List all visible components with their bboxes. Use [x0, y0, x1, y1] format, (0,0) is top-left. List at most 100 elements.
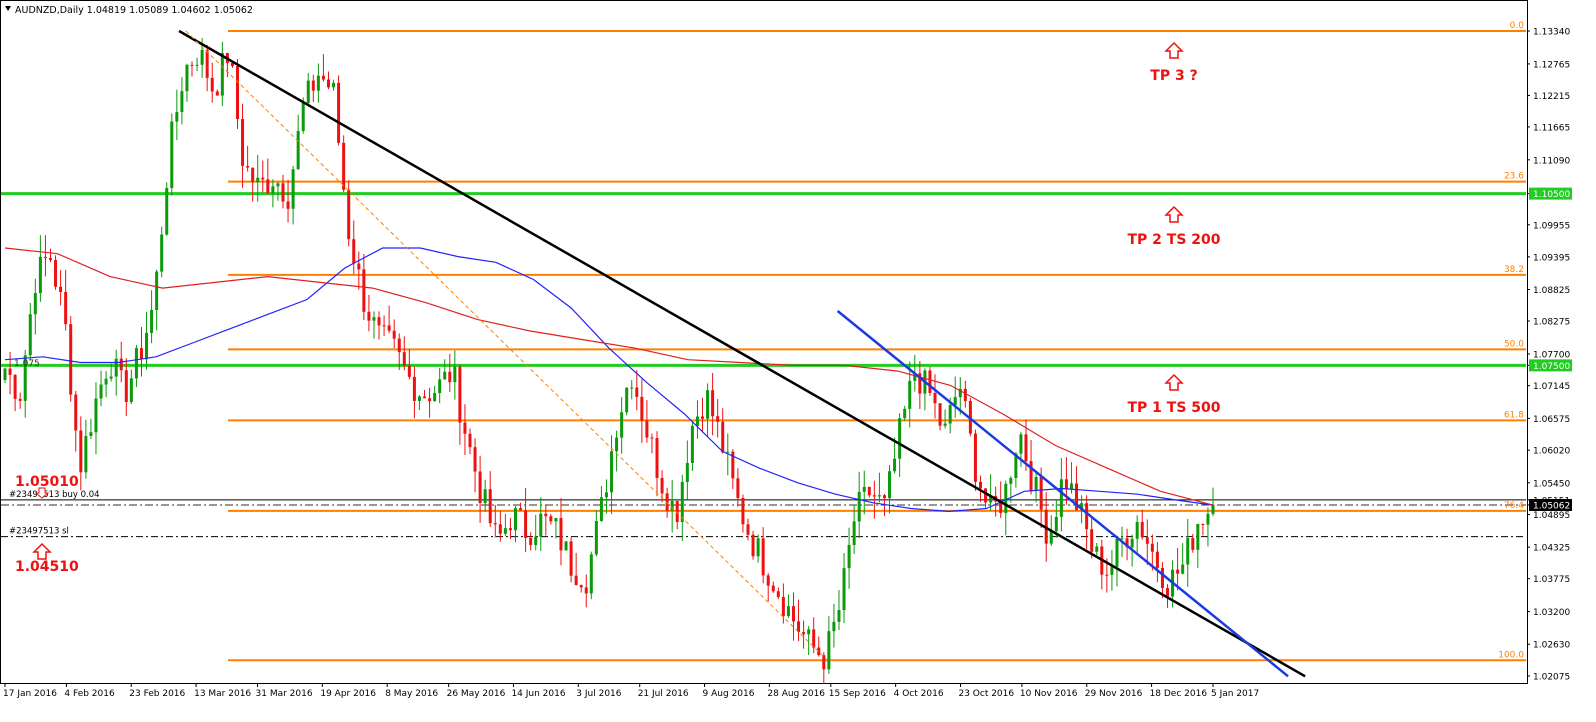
candle-body	[1140, 521, 1144, 538]
price-axis-label: 1.08825	[1533, 286, 1570, 296]
price-axis-label: 1.04325	[1533, 544, 1570, 554]
candle-body	[503, 528, 507, 534]
candle-body	[625, 387, 629, 413]
candle-body	[781, 596, 785, 617]
candle-body	[109, 376, 113, 379]
candle-body	[1150, 543, 1154, 552]
candle-body	[342, 142, 346, 190]
candle-body	[64, 292, 68, 325]
candle-body	[888, 471, 892, 499]
price-axis-label: 1.06575	[1533, 415, 1570, 425]
candle-body	[468, 433, 472, 448]
price-axis-label: 1.11090	[1533, 156, 1570, 166]
candle-body	[256, 177, 260, 183]
time-axis-label: 23 Feb 2016	[129, 689, 185, 699]
candle-body	[1135, 521, 1139, 539]
candle-body	[726, 451, 730, 453]
candle-body	[392, 330, 396, 339]
candle	[170, 113, 174, 196]
candle-body	[620, 412, 624, 438]
candle-body	[155, 271, 159, 311]
candle-body	[584, 587, 588, 594]
candle-body	[594, 521, 598, 555]
candle-body	[89, 432, 93, 436]
candle-body	[589, 554, 593, 594]
candle-body	[1085, 503, 1089, 530]
candle	[928, 366, 932, 397]
candle-body	[604, 492, 608, 498]
candle-body	[306, 80, 310, 104]
chart-container: 0.0 23.6 38.2 50.0 61.8 76.4 100.0 #23497513 bu…	[0, 0, 1596, 717]
candle-body	[114, 358, 118, 377]
fib-level-label: 38.2	[1504, 265, 1524, 275]
candle-body	[852, 521, 856, 545]
price-tag-label: 1.10500	[1533, 190, 1570, 200]
candle-body	[54, 260, 58, 287]
candle-body	[236, 66, 240, 120]
candle-body	[655, 438, 659, 478]
candle-body	[281, 183, 285, 202]
candle-body	[104, 378, 108, 385]
candle-body	[559, 518, 563, 551]
candle	[165, 182, 169, 236]
candle-body	[1049, 531, 1053, 544]
price-axis-label: 1.05450	[1533, 479, 1570, 489]
candle-body	[953, 397, 957, 405]
candle-body	[822, 655, 826, 670]
candle-body	[908, 380, 912, 409]
time-axis-label: 5 Jan 2017	[1211, 689, 1259, 699]
candle-body	[1211, 504, 1215, 514]
candle-body	[711, 390, 715, 417]
candle-body	[513, 508, 517, 531]
candle-body	[893, 458, 897, 472]
price-axis-label: 1.07700	[1533, 350, 1570, 360]
candle-body	[321, 75, 325, 80]
candle-body	[1181, 564, 1185, 574]
candle-body	[721, 421, 725, 453]
candle-body	[185, 64, 189, 92]
candle-body	[564, 541, 568, 551]
candle-body	[59, 286, 63, 293]
candle-body	[347, 189, 351, 240]
candle-body	[493, 523, 497, 525]
candle-body	[215, 91, 219, 96]
time-axis-label: 4 Feb 2016	[64, 689, 115, 699]
candle-body	[701, 416, 705, 419]
candle-body	[984, 488, 988, 503]
candle-body	[812, 629, 816, 648]
time-axis-label: 9 Aug 2016	[703, 689, 755, 699]
candle-body	[1186, 538, 1190, 565]
candle-body	[1160, 567, 1164, 589]
candle-body	[1019, 434, 1023, 454]
candle-body	[877, 495, 881, 497]
candle-body	[882, 495, 886, 499]
candle-body	[301, 103, 305, 131]
candle-body	[276, 183, 280, 187]
candle-body	[807, 629, 811, 635]
candle-body	[220, 52, 224, 96]
candle-body	[1034, 476, 1038, 491]
candle-body	[680, 481, 684, 522]
candle-body	[574, 575, 578, 586]
candle-body	[134, 348, 138, 379]
price-axis-label: 1.07145	[1533, 382, 1570, 392]
price-axis-label: 1.06020	[1533, 447, 1570, 457]
candle-body	[139, 348, 143, 360]
candle-body	[554, 518, 558, 522]
candle-body	[387, 325, 391, 331]
bid-tag-label: 1.05062	[1533, 501, 1570, 511]
candle	[973, 429, 977, 491]
candle-body	[129, 378, 133, 403]
price-axis-label: 1.02630	[1533, 641, 1570, 651]
candle	[337, 75, 341, 146]
candle-body	[943, 423, 947, 426]
candle-body	[8, 368, 12, 375]
candle-body	[847, 544, 851, 569]
candle-body	[210, 77, 214, 92]
candle-body	[94, 398, 98, 433]
candle-body	[963, 388, 967, 401]
candle-body	[898, 418, 902, 459]
price-axis-label: 1.02075	[1533, 673, 1570, 683]
candle-body	[407, 365, 411, 377]
order-line-label: #23497513 buy 0.04	[9, 490, 100, 500]
